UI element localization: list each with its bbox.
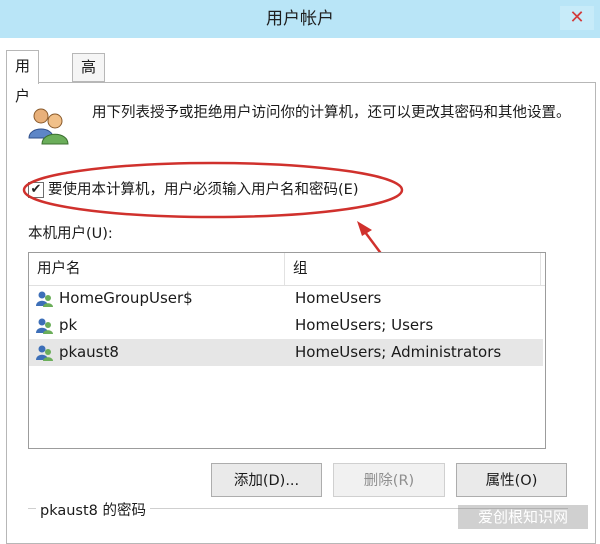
local-users-label: 本机用户(U): <box>28 226 113 242</box>
close-icon: ✕ <box>569 7 585 28</box>
user-group: HomeUsers; Administrators <box>295 343 502 361</box>
table-row[interactable]: pk HomeUsers; Users <box>29 312 545 339</box>
tab-advanced[interactable]: 高级 <box>72 53 106 103</box>
password-section-label: pkaust8 的密码 <box>36 499 150 520</box>
user-name: pkaust8 <box>59 343 119 361</box>
list-rows: HomeGroupUser$ HomeUsers pk HomeUsers; U… <box>29 285 545 366</box>
user-icon <box>36 291 53 307</box>
users-list[interactable]: 用户名 组 HomeGroupUser$ HomeUsers pk HomeUs… <box>28 252 546 449</box>
user-group: HomeUsers; Users <box>295 316 434 334</box>
close-button[interactable]: ✕ <box>560 6 594 30</box>
window-title: 用户帐户 <box>266 9 334 29</box>
add-button[interactable]: 添加(D)... <box>211 463 322 497</box>
description-text: 用下列表授予或拒绝用户访问你的计算机，还可以更改其密码和其他设置。 <box>92 105 571 121</box>
list-header: 用户名 组 <box>29 253 545 286</box>
user-name: HomeGroupUser$ <box>59 289 193 307</box>
users-icon <box>28 108 69 145</box>
require-login-label[interactable]: 要使用本计算机，用户必须输入用户名和密码(E) <box>48 180 358 200</box>
tab-users[interactable]: 用户 <box>6 50 40 105</box>
table-row-selected[interactable]: pkaust8 HomeUsers; Administrators <box>29 339 543 366</box>
user-icon <box>36 318 53 334</box>
remove-button[interactable]: 删除(R) <box>333 463 445 497</box>
column-header-username[interactable]: 用户名 <box>29 253 285 285</box>
table-row[interactable]: HomeGroupUser$ HomeUsers <box>29 285 545 312</box>
column-header-group[interactable]: 组 <box>285 253 541 285</box>
properties-button[interactable]: 属性(O) <box>456 463 567 497</box>
user-name: pk <box>59 316 78 334</box>
user-icon <box>36 345 53 361</box>
watermark: 爱创根知识网 <box>458 505 588 529</box>
user-group: HomeUsers <box>295 289 382 307</box>
require-login-checkbox[interactable]: ✔ <box>28 182 44 198</box>
